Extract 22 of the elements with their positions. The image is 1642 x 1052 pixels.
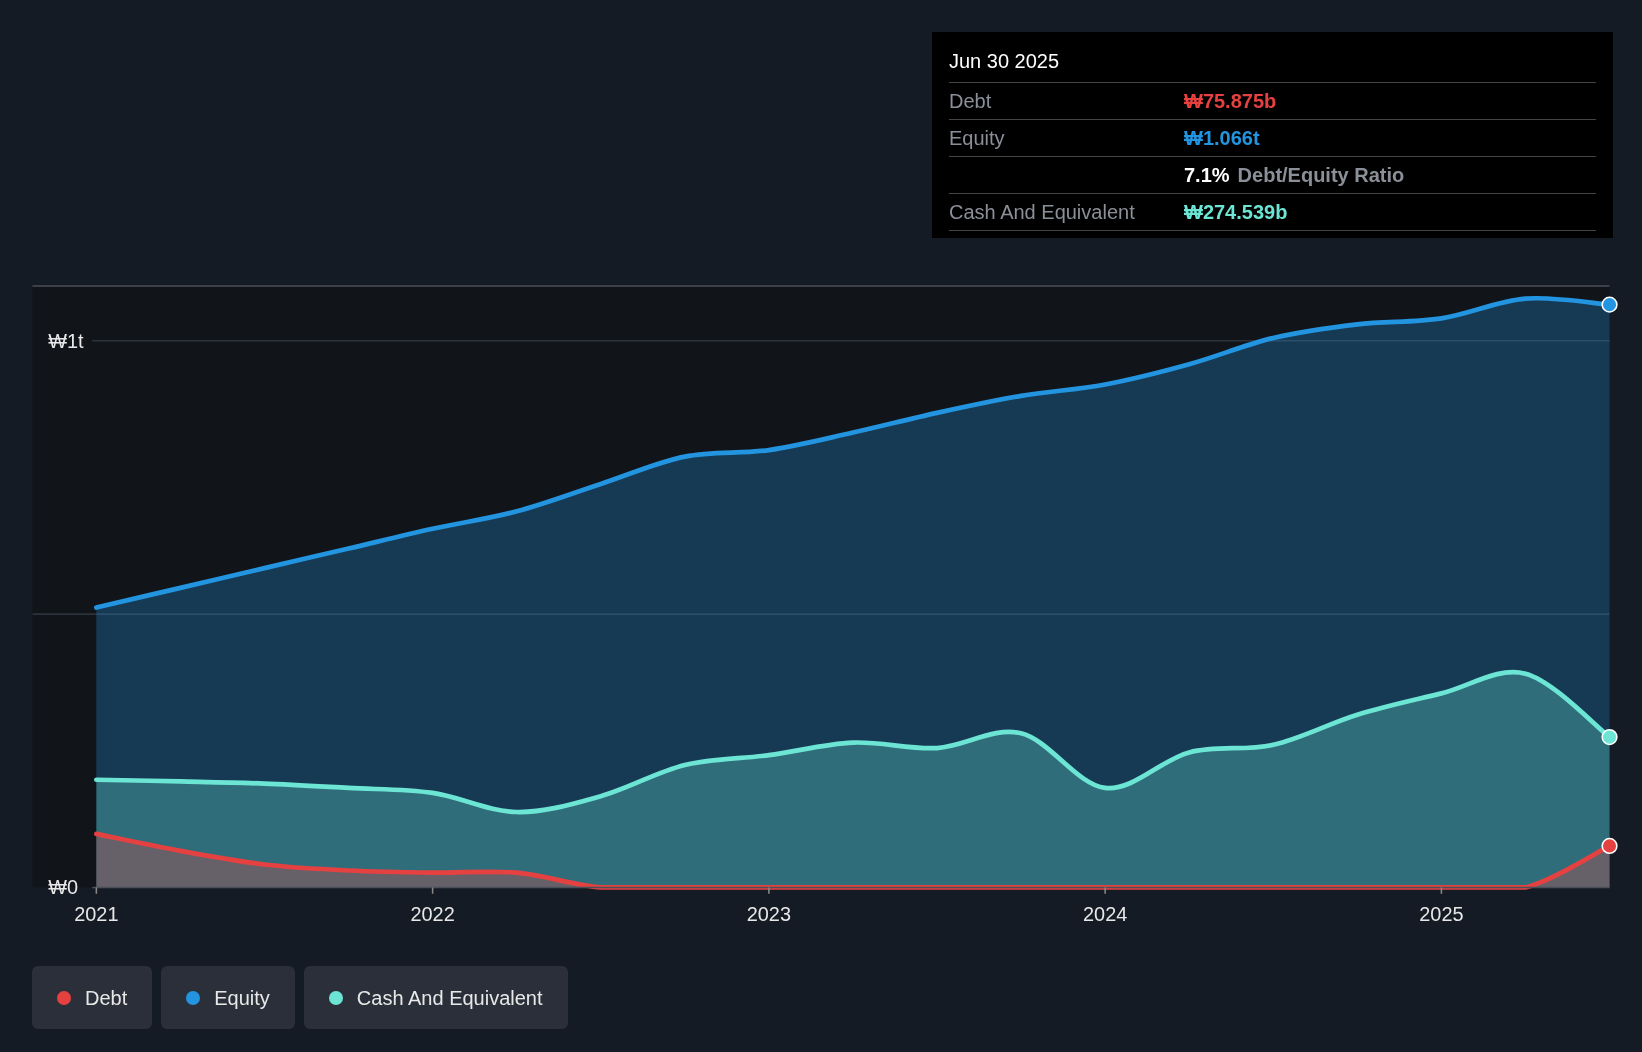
x-axis-label: 2024 xyxy=(1083,903,1128,925)
tooltip-date: Jun 30 2025 xyxy=(949,46,1596,83)
tooltip-value: ₩274.539b xyxy=(1184,200,1288,225)
x-axis-label: 2022 xyxy=(410,903,455,925)
ratio-label: Debt/Equity Ratio xyxy=(1237,163,1405,188)
legend-button[interactable]: Debt xyxy=(32,966,153,1029)
tooltip-label: Cash And Equivalent xyxy=(949,200,1136,225)
tooltip-value: ₩1.066t xyxy=(1184,126,1260,151)
end-point-marker xyxy=(1601,296,1618,313)
end-point-marker xyxy=(1601,729,1618,746)
legend-button[interactable]: Cash And Equivalent xyxy=(303,966,568,1029)
end-point-marker xyxy=(1601,837,1618,855)
legend-button[interactable]: Equity xyxy=(161,966,295,1029)
x-axis-label: 2023 xyxy=(746,903,791,925)
y-axis-label: ₩0 xyxy=(48,876,78,899)
x-axis-label: 2025 xyxy=(1419,903,1464,925)
tooltip-label: Equity xyxy=(949,126,1006,151)
ratio-value: 7.1% xyxy=(1184,163,1230,188)
y-axis-label: ₩1t xyxy=(48,329,84,352)
tooltip-value: ₩75.875b xyxy=(1184,89,1277,114)
x-axis-label: 2021 xyxy=(74,903,119,925)
tooltip-label: Debt xyxy=(949,89,993,114)
